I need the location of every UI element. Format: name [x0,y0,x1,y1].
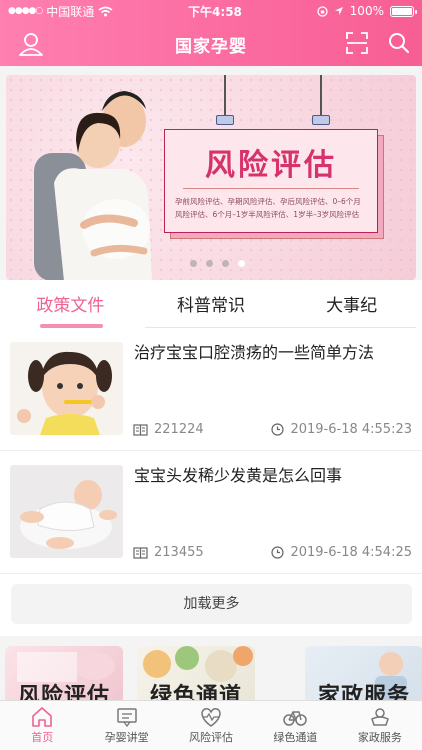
banner-description: 孕前风险评估、孕期风险评估、孕后风险评估、0–6个月风险评估、6个月–1岁半风险… [175,197,361,219]
view-count: 213455 [154,545,204,560]
timestamp: 2019-6-18 4:55:23 [290,422,412,437]
article-title[interactable]: 宝宝头发稀少发黄是怎么回事 [134,465,414,487]
book-icon [133,546,148,559]
banner-clip-left [216,115,234,125]
service-card-risk[interactable]: 风险评估 [5,646,123,704]
carousel-dot[interactable] [190,260,197,267]
couple-photo [34,91,152,280]
tabbar-housekeeping[interactable]: 家政服务 [338,701,422,750]
location-icon [334,7,343,15]
scan-icon[interactable] [346,32,368,54]
rotation-lock-icon [317,5,328,17]
article-views: 213455 [133,545,204,560]
tabbar-home[interactable]: 首页 [0,701,84,750]
page-title: 国家孕婴 [175,36,247,57]
article-time: 2019-6-18 4:55:23 [271,422,412,437]
carousel-indicator [190,260,245,267]
banner-clip-right [312,115,330,125]
tab-major-events[interactable]: 大事纪 [281,280,422,328]
tabbar-risk[interactable]: 风险评估 [169,701,253,750]
article-title[interactable]: 治疗宝宝口腔溃疡的一些简单方法 [134,342,414,364]
tabbar-label: 孕婴讲堂 [104,731,149,744]
user-icon[interactable] [18,31,44,57]
load-more-section: 加载更多 [0,574,422,636]
wifi-icon [98,6,113,16]
status-time: 下午4:58 [188,4,242,19]
tab-policy-documents[interactable]: 政策文件 [0,280,141,328]
clock-icon [271,423,285,436]
tabbar-label: 风险评估 [189,731,234,744]
tabbar-label: 首页 [31,731,54,744]
article-views: 221224 [133,422,204,437]
tab-science-knowledge[interactable]: 科普常识 [141,280,282,328]
article-thumbnail [10,465,123,558]
article-list: 治疗宝宝口腔溃疡的一些简单方法 221224 2019-6-18 4:55:23 [0,328,422,574]
service-cards: 风险评估 绿色通道 家政服务 [0,646,422,704]
book-icon [133,423,148,436]
app-header: ●●●●○ 中国联通 下午4:58 100% 国家孕婴 [0,0,422,66]
promo-banner[interactable]: 风险评估 孕前风险评估、孕期风险评估、孕后风险评估、0–6个月风险评估、6个月–… [6,75,416,280]
view-count: 221224 [154,422,204,437]
tabbar-lecture[interactable]: 孕婴讲堂 [84,701,168,750]
banner-card: 风险评估 孕前风险评估、孕期风险评估、孕后风险评估、0–6个月风险评估、6个月–… [164,129,390,280]
battery-icon [389,5,417,17]
search-icon[interactable] [388,32,410,54]
carrier-label: 中国联通 [46,4,95,19]
status-bar: ●●●●○ 中国联通 下午4:58 100% [0,0,422,22]
nav-bar: 国家孕婴 [0,22,422,66]
carousel-dot[interactable] [222,260,229,267]
clock-icon [271,546,285,559]
bottom-tab-bar: 首页 孕婴讲堂 风险评估 绿色通道 家政服务 [0,700,422,750]
category-tabs: 政策文件 科普常识 大事纪 [0,280,422,328]
list-item[interactable]: 宝宝头发稀少发黄是怎么回事 213455 2019-6-18 4:54:25 [0,451,422,574]
banner-title: 风险评估 [205,148,337,183]
signal-icon: ●●●●○ [8,6,43,16]
battery-percent: 100% [349,4,384,18]
load-more-button[interactable]: 加载更多 [11,584,412,624]
service-card-green[interactable]: 绿色通道 [137,646,255,704]
carousel-dot-active[interactable] [238,260,245,267]
tabbar-label: 家政服务 [357,731,402,744]
tabbar-green[interactable]: 绿色通道 [253,701,337,750]
service-card-housekeeping[interactable]: 家政服务 [305,646,422,704]
heartbeat-icon [201,708,221,727]
article-time: 2019-6-18 4:54:25 [271,545,412,560]
home-icon [32,707,53,727]
service-icon [370,708,389,726]
list-item[interactable]: 治疗宝宝口腔溃疡的一些简单方法 221224 2019-6-18 4:55:23 [0,328,422,451]
article-thumbnail [10,342,123,435]
lecture-icon [116,708,137,727]
tabbar-label: 绿色通道 [273,731,318,744]
carousel-dot[interactable] [206,260,213,267]
timestamp: 2019-6-18 4:54:25 [290,545,412,560]
bicycle-icon [283,711,308,726]
